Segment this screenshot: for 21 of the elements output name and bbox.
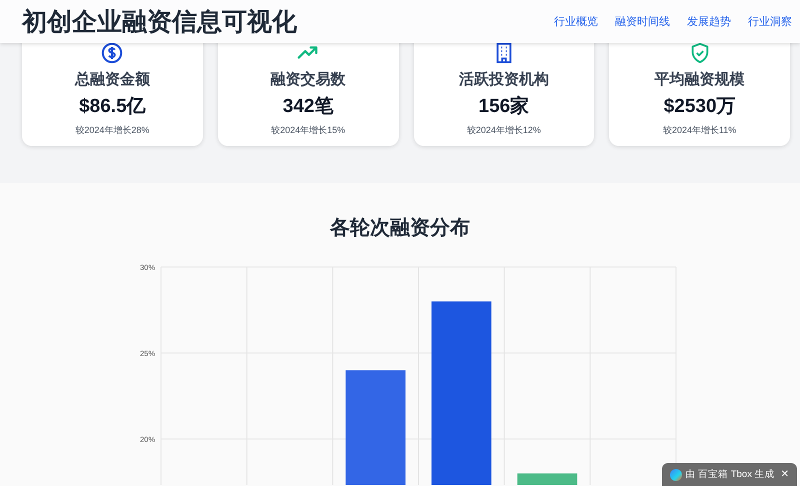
stat-value: $2530万: [664, 95, 736, 119]
nav-link[interactable]: 融资时间线: [615, 14, 670, 29]
stat-change: 较2024年增长28%: [75, 124, 150, 137]
page-title: 初创企业融资信息可视化: [22, 7, 297, 38]
nav-link[interactable]: 行业概览: [554, 14, 598, 29]
stat-value: 156家: [478, 94, 530, 119]
nav-link[interactable]: 发展趋势: [687, 14, 731, 29]
stat-label: 融资交易数: [270, 70, 346, 89]
logo-icon: [670, 468, 682, 480]
stat-label: 平均融资规模: [654, 70, 745, 89]
badge-text: 由 百宝箱 Tbox 生成: [686, 468, 775, 481]
stat-label: 总融资金额: [74, 70, 150, 89]
stat-change: 较2024年增长15%: [271, 124, 346, 137]
stat-value: $86.5亿: [79, 95, 146, 119]
stat-value: 342笔: [282, 95, 334, 119]
stat-change: 较2024年增长11%: [662, 124, 736, 137]
stat-change: 较2024年增长12%: [466, 124, 541, 137]
nav-link[interactable]: 行业洞察: [748, 14, 792, 29]
close-button[interactable]: ✕: [780, 469, 789, 480]
chart-title: 各轮次融资分布: [328, 216, 471, 240]
stat-label: 活跃投资机构: [458, 70, 549, 89]
